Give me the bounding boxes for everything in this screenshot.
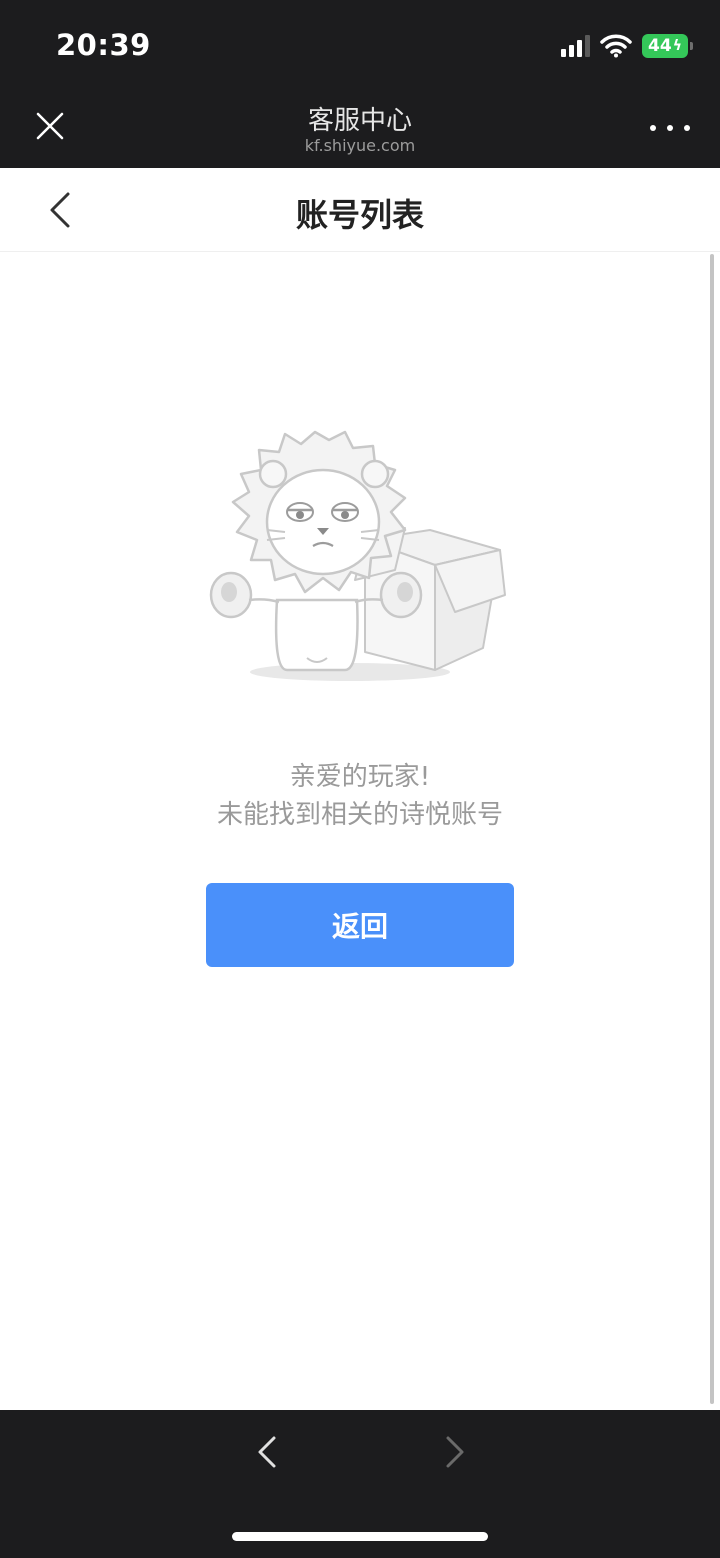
chevron-right-icon[interactable] [434, 1432, 474, 1472]
chevron-left-icon[interactable] [248, 1432, 288, 1472]
browser-title: 客服中心 [307, 106, 412, 136]
empty-message-detail: 未能找到相关的诗悦账号 [216, 800, 503, 830]
status-time: 20:39 [56, 28, 151, 62]
bottom-nav-bar [0, 1410, 720, 1558]
status-bar: 20:39 44 ϟ [0, 0, 720, 88]
browser-url: kf.shiyue.com [304, 136, 416, 155]
battery-level: 44 [648, 36, 672, 56]
lion-with-box-illustration [209, 430, 506, 681]
home-indicator[interactable] [232, 1532, 488, 1541]
app-header: 账号列表 [0, 168, 720, 252]
more-icon[interactable] [650, 118, 690, 138]
charging-bolt-icon: ϟ [672, 38, 682, 54]
signal-icon [561, 35, 590, 57]
wifi-icon [600, 34, 632, 58]
return-button[interactable]: 返回 [206, 883, 514, 967]
page-title: 账号列表 [295, 196, 424, 234]
status-icons: 44 ϟ [561, 32, 693, 60]
battery-icon: 44 ϟ [642, 34, 693, 58]
browser-bar: 客服中心 kf.shiyue.com [0, 88, 720, 168]
empty-message-greeting: 亲爱的玩家! [289, 762, 431, 792]
